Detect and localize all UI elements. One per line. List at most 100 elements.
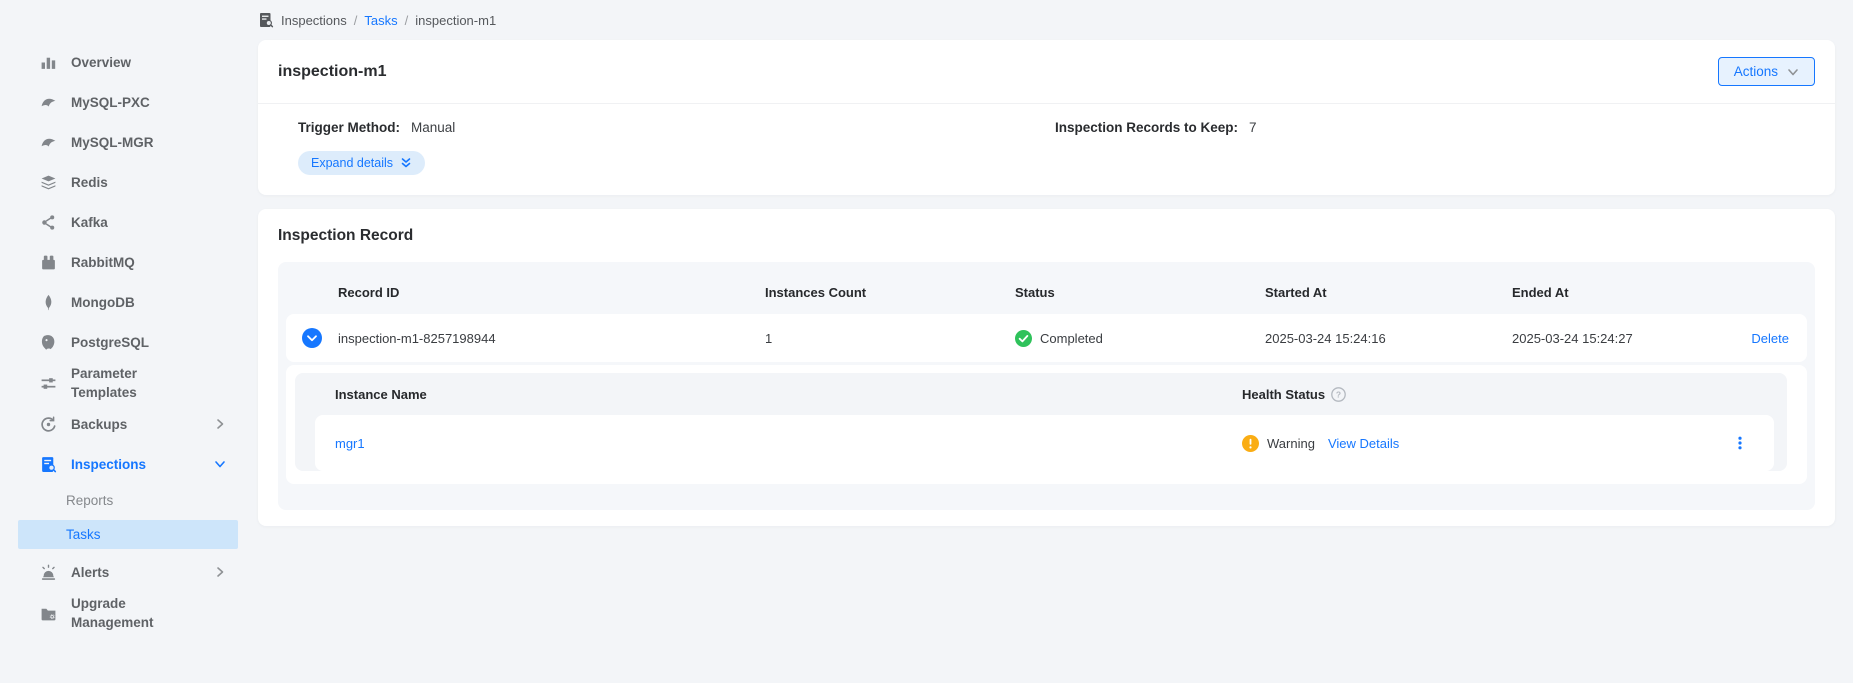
sidebar-item-inspections[interactable]: Inspections xyxy=(0,444,238,484)
col-status: Status xyxy=(1015,285,1265,300)
sidebar: Overview MySQL-PXC MySQL-MGR Redis Kafka Rabb… xyxy=(0,0,238,683)
sidebar-item-label: Backups xyxy=(71,415,200,434)
records-to-keep-value: 7 xyxy=(1249,120,1257,135)
overview-icon xyxy=(40,54,57,71)
alerts-icon xyxy=(40,564,57,581)
sidebar-item-label: Parameter Templates xyxy=(71,364,171,402)
sidebar-item-label: Upgrade Management xyxy=(71,594,171,632)
chevron-down-icon xyxy=(1787,66,1799,78)
rabbitmq-icon xyxy=(40,254,57,271)
table-row: inspection-m1-8257198944 1 Completed 202… xyxy=(286,314,1807,362)
breadcrumb: Inspections / Tasks / inspection-m1 xyxy=(258,0,1835,40)
expand-details-button[interactable]: Expand details xyxy=(298,151,425,175)
collapse-row-icon[interactable] xyxy=(302,328,322,348)
sidebar-item-label: Alerts xyxy=(71,563,200,582)
sidebar-item-label: MongoDB xyxy=(71,293,226,312)
col-instances-count: Instances Count xyxy=(765,285,1015,300)
records-to-keep-field: Inspection Records to Keep: 7 xyxy=(1055,120,1257,135)
svg-text:?: ? xyxy=(1336,389,1341,399)
sidebar-item-tasks[interactable]: Tasks xyxy=(18,520,238,549)
kafka-icon xyxy=(40,214,57,231)
double-chevron-down-icon xyxy=(400,157,412,169)
sidebar-item-alerts[interactable]: Alerts xyxy=(0,552,238,592)
sidebar-item-mysql-mgr[interactable]: MySQL-MGR xyxy=(0,122,238,162)
view-details-link[interactable]: View Details xyxy=(1328,436,1399,451)
sidebar-item-upgrade-management[interactable]: Upgrade Management xyxy=(0,592,238,634)
sidebar-item-label: PostgreSQL xyxy=(71,333,226,352)
status-value: Completed xyxy=(1040,331,1103,346)
instances-subtable: Instance Name Health Status ? mgr1 Warni… xyxy=(295,373,1787,471)
sidebar-item-redis[interactable]: Redis xyxy=(0,162,238,202)
sidebar-item-overview[interactable]: Overview xyxy=(0,42,238,82)
inspection-record-table: Record ID Instances Count Status Started… xyxy=(278,262,1815,510)
inspection-record-card: Inspection Record Record ID Instances Co… xyxy=(258,209,1835,526)
sidebar-item-mongodb[interactable]: MongoDB xyxy=(0,282,238,322)
status-cell: Completed xyxy=(1015,330,1265,347)
col-health-status: Health Status xyxy=(1242,387,1325,402)
col-started-at: Started At xyxy=(1265,285,1512,300)
warning-icon xyxy=(1242,435,1259,452)
page-title: inspection-m1 xyxy=(278,63,386,81)
completed-icon xyxy=(1015,330,1032,347)
sidebar-item-label: Overview xyxy=(71,53,226,72)
subtable-header-row: Instance Name Health Status ? xyxy=(295,373,1787,415)
backups-icon xyxy=(40,416,57,433)
table-header-row: Record ID Instances Count Status Started… xyxy=(286,270,1807,314)
sidebar-item-label: MySQL-PXC xyxy=(71,93,226,112)
sidebar-item-label: Kafka xyxy=(71,213,226,232)
kebab-menu-icon[interactable] xyxy=(1732,435,1748,451)
mysql-icon xyxy=(40,94,57,111)
sidebar-item-label: MySQL-MGR xyxy=(71,133,226,152)
help-icon[interactable]: ? xyxy=(1331,387,1346,402)
mongodb-icon xyxy=(40,294,57,311)
redis-icon xyxy=(40,174,57,191)
breadcrumb-separator: / xyxy=(405,13,409,28)
sidebar-item-backups[interactable]: Backups xyxy=(0,404,238,444)
chevron-down-icon xyxy=(214,458,226,470)
chevron-right-icon xyxy=(214,566,226,578)
health-status-cell: Warning View Details xyxy=(1242,435,1774,452)
started-at-value: 2025-03-24 15:24:16 xyxy=(1265,331,1512,346)
main-content: Inspections / Tasks / inspection-m1 insp… xyxy=(238,0,1853,683)
sidebar-item-label: Redis xyxy=(71,173,226,192)
actions-button-label: Actions xyxy=(1734,64,1778,79)
inspection-record-title: Inspection Record xyxy=(278,227,1815,245)
expand-details-label: Expand details xyxy=(311,156,393,170)
sidebar-item-kafka[interactable]: Kafka xyxy=(0,202,238,242)
sidebar-item-label: Reports xyxy=(66,493,113,508)
trigger-method-value: Manual xyxy=(411,120,455,135)
expanded-row-panel: Instance Name Health Status ? mgr1 Warni… xyxy=(286,365,1807,484)
trigger-method-label: Trigger Method: xyxy=(298,120,400,135)
col-instance-name: Instance Name xyxy=(295,387,1242,402)
sidebar-item-rabbitmq[interactable]: RabbitMQ xyxy=(0,242,238,282)
breadcrumb-inspections[interactable]: Inspections xyxy=(281,13,347,28)
breadcrumb-current: inspection-m1 xyxy=(415,13,496,28)
breadcrumb-tasks[interactable]: Tasks xyxy=(364,13,397,28)
sidebar-item-reports[interactable]: Reports xyxy=(0,484,238,517)
breadcrumb-separator: / xyxy=(354,13,358,28)
record-id-value: inspection-m1-8257198944 xyxy=(338,331,765,346)
sidebar-item-postgresql[interactable]: PostgreSQL xyxy=(0,322,238,362)
col-record-id: Record ID xyxy=(338,285,765,300)
sidebar-item-parameter-templates[interactable]: Parameter Templates xyxy=(0,362,238,404)
task-detail-fields: Trigger Method: Manual Inspection Record… xyxy=(258,104,1835,135)
actions-button[interactable]: Actions xyxy=(1718,57,1815,86)
inspections-icon xyxy=(40,456,57,473)
instance-name-link[interactable]: mgr1 xyxy=(315,436,1242,451)
delete-link[interactable]: Delete xyxy=(1751,331,1807,346)
sidebar-item-label: Tasks xyxy=(66,527,101,542)
sidebar-item-label: Inspections xyxy=(71,455,200,474)
sidebar-item-mysql-pxc[interactable]: MySQL-PXC xyxy=(0,82,238,122)
inspections-icon xyxy=(258,12,274,28)
parameter-templates-icon xyxy=(40,375,57,392)
ended-at-value: 2025-03-24 15:24:27 xyxy=(1512,331,1633,346)
mysql-icon xyxy=(40,134,57,151)
upgrade-icon xyxy=(40,605,57,622)
postgresql-icon xyxy=(40,334,57,351)
sidebar-item-label: RabbitMQ xyxy=(71,253,226,272)
chevron-right-icon xyxy=(214,418,226,430)
task-detail-header: inspection-m1 Actions xyxy=(258,40,1835,104)
trigger-method-field: Trigger Method: Manual xyxy=(298,120,1055,135)
instances-count-value: 1 xyxy=(765,331,1015,346)
instance-row: mgr1 Warning View Details xyxy=(315,415,1774,471)
